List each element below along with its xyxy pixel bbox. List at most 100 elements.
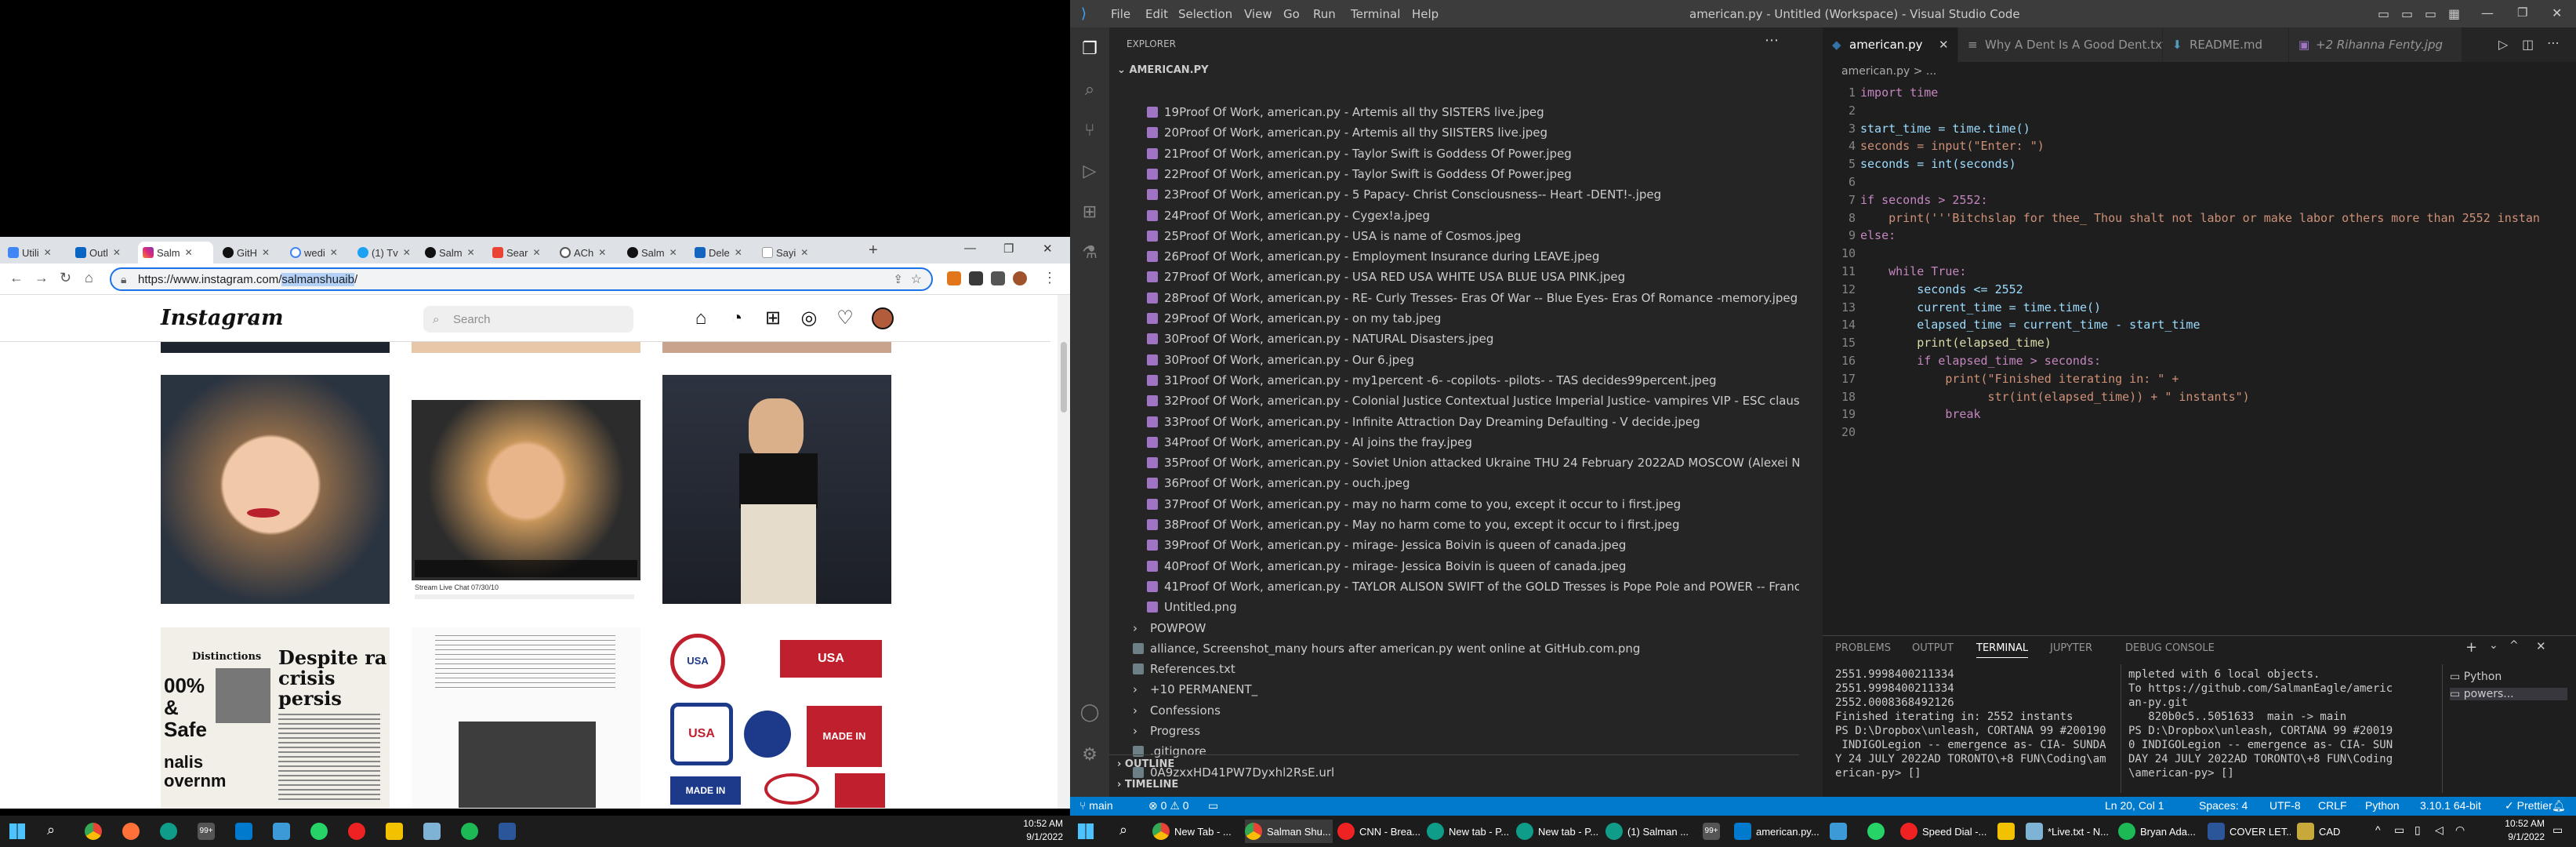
- post-thumbnail[interactable]: [662, 342, 891, 353]
- breadcrumb[interactable]: american.py > ...: [1841, 65, 1936, 78]
- maximize-panel-icon[interactable]: ^: [2509, 639, 2519, 652]
- menu-view[interactable]: View: [1244, 7, 1272, 21]
- testing-icon[interactable]: ⚗: [1079, 242, 1101, 264]
- status-eol[interactable]: CRLF: [2318, 799, 2347, 812]
- code-line[interactable]: 5 seconds = int(seconds): [1823, 155, 2576, 173]
- code-line[interactable]: 17 print("Finished iterating in: " +: [1823, 370, 2576, 388]
- instagram-search-input[interactable]: Search: [423, 306, 633, 333]
- run-debug-icon[interactable]: ▷: [1079, 161, 1101, 183]
- app-icon[interactable]: [273, 823, 290, 840]
- status-cursor-position[interactable]: Ln 20, Col 1: [2105, 799, 2164, 812]
- chrome-tab[interactable]: Salm ✕: [420, 242, 483, 264]
- file-item[interactable]: References.txt: [1109, 659, 1799, 679]
- sidebar-toggle-icon[interactable]: ▭: [2425, 6, 2436, 21]
- file-explorer-icon[interactable]: [1997, 823, 2015, 840]
- tab-american-py[interactable]: ◆ american.py ✕: [1823, 27, 1957, 62]
- address-bar[interactable]: 🔒︎ https://www.instagram.com/salmanshuai…: [110, 267, 933, 291]
- chrome-tab[interactable]: Sayi ✕: [757, 242, 820, 264]
- status-branch[interactable]: ⑂ main: [1079, 799, 1113, 812]
- taskbar-app[interactable]: New Tab - ...: [1152, 820, 1239, 843]
- post-thumbnail-video[interactable]: Stream Live Chat 07/30/10: [412, 375, 640, 604]
- file-item[interactable]: 30Proof Of Work, american.py - NATURAL D…: [1109, 329, 1799, 349]
- code-line[interactable]: 10: [1823, 245, 2576, 263]
- code-line[interactable]: 1 import time: [1823, 84, 2576, 102]
- maximize-button[interactable]: ❐: [1003, 242, 1014, 256]
- close-icon[interactable]: ✕: [532, 247, 540, 258]
- chrome-tab[interactable]: GitH ✕: [218, 242, 281, 264]
- post-thumbnail-document[interactable]: [412, 627, 640, 809]
- file-item[interactable]: 26Proof Of Work, american.py - Employmen…: [1109, 246, 1799, 267]
- menu-file[interactable]: File: [1111, 7, 1130, 21]
- file-item[interactable]: 20Proof Of Work, american.py - Artemis a…: [1109, 122, 1799, 143]
- tab-jupyter[interactable]: JUPYTER: [2050, 642, 2092, 654]
- bookmark-star-icon[interactable]: ☆: [911, 271, 922, 287]
- opera-icon[interactable]: [348, 823, 365, 840]
- tab-debug-console[interactable]: DEBUG CONSOLE: [2125, 642, 2215, 654]
- home-icon[interactable]: ⌂: [85, 270, 93, 286]
- code-line[interactable]: 12 seconds <= 2552: [1823, 281, 2576, 299]
- profile-avatar[interactable]: [1013, 271, 1027, 285]
- code-line[interactable]: 15 print(elapsed_time): [1823, 334, 2576, 352]
- file-item[interactable]: 38Proof Of Work, american.py - May no ha…: [1109, 514, 1799, 535]
- file-item[interactable]: 40Proof Of Work, american.py - mirage- J…: [1109, 556, 1799, 576]
- chrome-tab[interactable]: Salm ✕: [622, 242, 685, 264]
- file-item[interactable]: 36Proof Of Work, american.py - ouch.jpeg: [1109, 473, 1799, 493]
- search-icon[interactable]: ⌕: [1079, 79, 1101, 101]
- tab-readme[interactable]: ⬇ README.md: [2163, 27, 2288, 62]
- post-thumbnail-newspaper[interactable]: Distinctions Despite ra crisis persis 00…: [161, 627, 390, 809]
- gear-icon[interactable]: ⚙: [1079, 744, 1101, 766]
- chrome-tab[interactable]: (1) Tv ✕: [353, 242, 415, 264]
- close-icon[interactable]: ✕: [467, 247, 475, 258]
- code-line[interactable]: 9 else:: [1823, 227, 2576, 245]
- status-prettier[interactable]: ✓ Prettier: [2505, 799, 2552, 812]
- code-line[interactable]: 20: [1823, 424, 2576, 442]
- notepad-icon[interactable]: [423, 823, 441, 840]
- maximize-button[interactable]: ❐: [2517, 5, 2527, 20]
- folder-header[interactable]: ⌄ AMERICAN.PY: [1109, 60, 1799, 81]
- close-icon[interactable]: ✕: [185, 247, 193, 258]
- code-line[interactable]: 8 print('''Bitchslap for thee_ Thou shal…: [1823, 209, 2576, 227]
- file-item[interactable]: 21Proof Of Work, american.py - Taylor Sw…: [1109, 144, 1799, 164]
- new-terminal-icon[interactable]: +: [2465, 639, 2477, 656]
- close-icon[interactable]: ✕: [113, 247, 121, 258]
- file-item[interactable]: 19Proof Of Work, american.py - Artemis a…: [1109, 102, 1799, 122]
- close-window-button[interactable]: ✕: [1043, 242, 1053, 256]
- heart-icon[interactable]: ♡: [834, 307, 856, 329]
- more-actions-icon[interactable]: ⋯: [1765, 32, 1779, 49]
- close-icon[interactable]: ✕: [262, 247, 270, 258]
- instagram-logo[interactable]: Instagram: [161, 306, 284, 330]
- file-item[interactable]: 34Proof Of Work, american.py - AI joins …: [1109, 432, 1799, 453]
- file-item[interactable]: alliance, Screenshot_many hours after am…: [1109, 638, 1799, 659]
- folder-item[interactable]: › +10 PERMANENT_: [1109, 679, 1799, 700]
- tab-text-file[interactable]: ≡ Why A Dent Is A Good Dent.txt: [1958, 27, 2167, 62]
- status-language[interactable]: Python: [2365, 799, 2400, 812]
- code-line[interactable]: 13 current_time = time.time(): [1823, 299, 2576, 317]
- chrome-tab[interactable]: wedi ✕: [285, 242, 348, 264]
- code-line[interactable]: 14 elapsed_time = current_time - start_t…: [1823, 316, 2576, 334]
- panel-toggle-icon[interactable]: ▭: [2401, 6, 2413, 21]
- code-line[interactable]: 4 seconds = input("Enter: "): [1823, 137, 2576, 155]
- close-icon[interactable]: ✕: [735, 247, 742, 258]
- chevron-down-icon[interactable]: ⌄: [249, 312, 259, 325]
- menu-go[interactable]: Go: [1283, 7, 1300, 21]
- whatsapp-icon[interactable]: [310, 823, 328, 840]
- post-thumbnail[interactable]: [161, 342, 390, 353]
- post-thumbnail-portrait[interactable]: [161, 375, 390, 604]
- close-icon[interactable]: ✕: [598, 247, 606, 258]
- explore-icon[interactable]: ◎: [798, 307, 820, 329]
- clock-time[interactable]: 10:52 AM: [1016, 818, 1063, 829]
- code-line[interactable]: 7 if seconds > 2552:: [1823, 191, 2576, 209]
- battery-icon[interactable]: ▯: [2415, 823, 2421, 837]
- edge-icon[interactable]: [160, 823, 177, 840]
- file-item[interactable]: 29Proof Of Work, american.py - on my tab…: [1109, 308, 1799, 329]
- file-item[interactable]: 24Proof Of Work, american.py - Cygex!a.j…: [1109, 205, 1799, 226]
- close-icon[interactable]: ✕: [2536, 639, 2546, 653]
- menu-run[interactable]: Run: [1313, 7, 1336, 21]
- chevron-up-icon[interactable]: ^: [2375, 823, 2381, 836]
- word-icon[interactable]: [499, 823, 516, 840]
- chrome-tab[interactable]: Sear ✕: [488, 242, 550, 264]
- spotify-icon[interactable]: [461, 823, 478, 840]
- terminal-output-left[interactable]: 2551.9998400211334 2551.9998400211334 2552…: [1835, 667, 2149, 793]
- reload-icon[interactable]: ↻: [60, 270, 71, 286]
- status-sync-icon[interactable]: ▭: [1208, 799, 1218, 812]
